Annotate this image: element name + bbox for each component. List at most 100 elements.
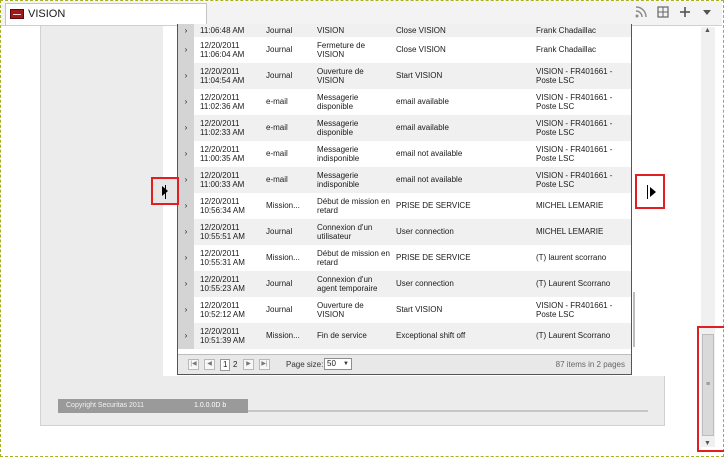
page-size-label: Page size: bbox=[286, 360, 324, 369]
last-page-button[interactable]: ▶| bbox=[259, 359, 270, 370]
chevron-right-icon: › bbox=[184, 305, 188, 315]
event-user-cell: MICHEL LEMARIE bbox=[534, 219, 631, 245]
event-message-cell: Close VISION bbox=[396, 45, 446, 55]
event-title-cell: Messagerie disponible bbox=[317, 92, 359, 112]
copyright-text: Copyright Securitas 2011 bbox=[66, 402, 145, 409]
event-date-cell: 12/20/2011 10:55:31 AM bbox=[200, 248, 245, 268]
table-row[interactable]: › 12/20/2011 11:02:36 AM e-mail Messagerie d… bbox=[178, 89, 631, 115]
event-type-cell: e-mail bbox=[266, 97, 288, 107]
footer-bar: Copyright Securitas 2011 1.0.0.0D b bbox=[58, 399, 248, 413]
divider-bar bbox=[647, 185, 648, 199]
tab-title: VISION bbox=[28, 8, 66, 20]
event-date-cell: 12/20/2011 11:06:04 AM bbox=[200, 40, 245, 60]
table-row[interactable]: › 12/20/2011 10:56:34 AM Mission... Début de… bbox=[178, 193, 631, 219]
row-expand-button[interactable]: › bbox=[178, 89, 194, 115]
add-icon[interactable] bbox=[678, 6, 692, 20]
event-date-cell: 12/20/2011 11:00:35 AM bbox=[200, 144, 245, 164]
version-text: 1.0.0.0D b bbox=[194, 402, 227, 409]
table-row[interactable]: › 11:06:48 AM Journal VISION Close VISION Fra… bbox=[178, 24, 631, 37]
row-expand-button[interactable]: › bbox=[178, 167, 194, 193]
table-row[interactable]: › 12/20/2011 11:02:33 AM e-mail Messagerie d… bbox=[178, 115, 631, 141]
table-row[interactable]: › 12/20/2011 10:55:23 AM Journal Connexion d… bbox=[178, 271, 631, 297]
table-row[interactable]: › 12/20/2011 11:00:33 AM e-mail Messagerie i… bbox=[178, 167, 631, 193]
chevron-right-icon: › bbox=[184, 25, 188, 35]
browser-tab[interactable]: VISION bbox=[5, 3, 207, 25]
event-title-cell: Connexion d'un utilisateur bbox=[315, 219, 394, 245]
page-link-1[interactable]: 1 bbox=[220, 359, 231, 371]
table-row[interactable]: › 12/20/2011 10:52:12 AM Journal Ouverture d… bbox=[178, 297, 631, 323]
table-row[interactable]: › 12/20/2011 11:00:35 AM e-mail Messagerie i… bbox=[178, 141, 631, 167]
page-size-value: 50 bbox=[327, 359, 336, 368]
row-expand-button[interactable]: › bbox=[178, 245, 194, 271]
first-page-button[interactable]: |◀ bbox=[188, 359, 199, 370]
chevron-right-icon: › bbox=[184, 71, 188, 81]
event-message-cell: PRISE DE SERVICE bbox=[396, 253, 471, 263]
grid-scrollbar[interactable] bbox=[633, 292, 635, 347]
event-user-cell: (T) laurent scorrano bbox=[536, 253, 607, 263]
events-grid: › 11:06:48 AM Journal VISION Close VISION Fra… bbox=[177, 24, 632, 375]
chevron-right-icon: › bbox=[184, 201, 188, 211]
event-date-cell: 11:06:48 AM bbox=[194, 24, 264, 37]
rss-icon[interactable] bbox=[634, 6, 648, 20]
event-user-cell: Frank Chadaillac bbox=[534, 24, 631, 37]
event-title-cell: Fin de service bbox=[315, 323, 394, 349]
row-expand-button[interactable]: › bbox=[178, 271, 194, 297]
event-type-cell: Journal bbox=[264, 271, 315, 297]
event-title-cell: Ouverture de VISION bbox=[315, 63, 394, 89]
divider-bar bbox=[165, 185, 166, 199]
event-title-cell: Messagerie indisponible bbox=[315, 167, 394, 193]
page-link-2[interactable]: 2 bbox=[233, 360, 237, 369]
pager-summary: 87 items in 2 pages bbox=[555, 360, 625, 369]
event-message-cell: Start VISION bbox=[396, 305, 443, 315]
event-title-cell: Connexion d'un agent temporaire bbox=[315, 271, 394, 297]
app-favicon-icon bbox=[10, 9, 24, 19]
next-page-button[interactable]: ▶ bbox=[243, 359, 254, 370]
row-expand-button[interactable]: › bbox=[178, 141, 194, 167]
row-expand-button[interactable]: › bbox=[178, 323, 194, 349]
chevron-right-icon: › bbox=[184, 253, 188, 263]
table-row[interactable]: › 12/20/2011 10:55:51 AM Journal Connexion d… bbox=[178, 219, 631, 245]
event-type-cell: e-mail bbox=[266, 149, 288, 159]
prev-page-button[interactable]: ◀ bbox=[204, 359, 215, 370]
row-expand-button[interactable]: › bbox=[178, 219, 194, 245]
row-expand-button[interactable]: › bbox=[178, 37, 194, 63]
event-message-cell: Start VISION bbox=[394, 63, 534, 89]
event-message-cell: email not available bbox=[396, 149, 463, 159]
scrollbar-highlight bbox=[697, 326, 724, 452]
event-title-cell: Messagerie indisponible bbox=[317, 144, 360, 164]
row-expand-button[interactable]: › bbox=[178, 193, 194, 219]
collapse-right-button[interactable] bbox=[635, 174, 665, 209]
chevron-right-icon: › bbox=[184, 45, 188, 55]
event-title-cell: Début de mission en retard bbox=[317, 196, 390, 216]
table-row[interactable]: › 12/20/2011 11:06:04 AM Journal Fermeture d… bbox=[178, 37, 631, 63]
table-row[interactable]: › 12/20/2011 10:51:39 AM Mission... Fin de s… bbox=[178, 323, 631, 349]
collapse-left-button[interactable] bbox=[151, 177, 179, 205]
event-date-cell: 12/20/2011 11:02:33 AM bbox=[194, 115, 264, 141]
chevron-right-icon: › bbox=[184, 227, 188, 237]
event-type-cell: e-mail bbox=[264, 167, 315, 193]
row-expand-button[interactable]: › bbox=[178, 115, 194, 141]
event-message-cell: Close VISION bbox=[394, 24, 534, 37]
row-expand-button[interactable]: › bbox=[178, 63, 194, 89]
table-row[interactable]: › 12/20/2011 11:04:54 AM Journal Ouverture d… bbox=[178, 63, 631, 89]
row-expand-button[interactable]: › bbox=[178, 24, 194, 37]
event-message-cell: Exceptional shift off bbox=[394, 323, 534, 349]
event-type-cell: Mission... bbox=[266, 201, 300, 211]
event-user-cell: Frank Chadaillac bbox=[536, 45, 597, 55]
table-row[interactable]: › 12/20/2011 10:55:31 AM Mission... Début de… bbox=[178, 245, 631, 271]
browser-tab-strip: VISION bbox=[1, 1, 722, 26]
menu-down-icon[interactable] bbox=[700, 6, 714, 20]
events-table: › 11:06:48 AM Journal VISION Close VISION Fra… bbox=[178, 24, 631, 349]
event-type-cell: Mission... bbox=[266, 253, 300, 263]
page-content: › 11:06:48 AM Journal VISION Close VISION Fra… bbox=[40, 24, 669, 426]
row-expand-button[interactable]: › bbox=[178, 297, 194, 323]
arrow-right-icon bbox=[650, 186, 656, 197]
event-type-cell: Journal bbox=[264, 219, 315, 245]
event-date-cell: 12/20/2011 10:52:12 AM bbox=[200, 300, 245, 320]
event-user-cell: MICHEL LEMARIE bbox=[536, 201, 604, 211]
page-size-select[interactable]: 50 ▼ bbox=[324, 358, 352, 370]
event-date-cell: 12/20/2011 11:00:33 AM bbox=[194, 167, 264, 193]
event-user-cell: VISION - FR401661 - Poste LSC bbox=[534, 167, 631, 193]
scroll-up-icon[interactable]: ▲ bbox=[704, 27, 711, 34]
home-icon[interactable] bbox=[656, 6, 670, 20]
